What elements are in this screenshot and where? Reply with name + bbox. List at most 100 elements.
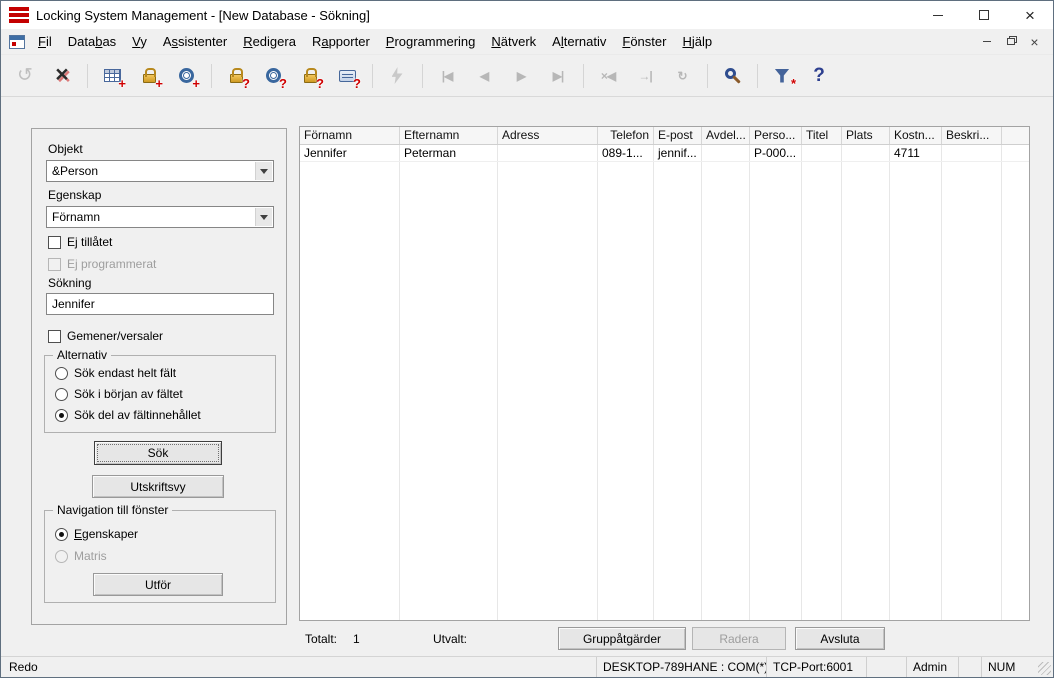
cancel-search-button: ×◀ xyxy=(590,59,626,93)
help-button[interactable]: ? xyxy=(801,59,837,93)
totalt-value: 1 xyxy=(353,632,360,646)
grid-body[interactable]: Jennifer Peterman 089-1... jennif... P-000..… xyxy=(300,145,1029,620)
title-bar: Locking System Management - [New Databas… xyxy=(1,1,1053,29)
question-badge-icon: ? xyxy=(242,75,250,91)
column-header[interactable]: Avdel... xyxy=(702,127,750,144)
column-header[interactable]: Adress xyxy=(498,127,598,144)
status-segment: DESKTOP-789HANE : COM(*) xyxy=(596,657,766,677)
maximize-button[interactable] xyxy=(961,1,1007,29)
status-ready-text: Redo xyxy=(9,660,38,674)
menu-item-assistenter[interactable]: Assistenter xyxy=(155,34,235,49)
egenskap-dropdown-button[interactable] xyxy=(255,208,272,226)
new-transponder-button[interactable]: + xyxy=(168,59,204,93)
window-title: Locking System Management - [New Databas… xyxy=(36,7,370,23)
close-button[interactable]: × xyxy=(1007,1,1053,29)
status-segment: NUM xyxy=(981,657,1025,677)
toolbar-separator xyxy=(87,63,88,88)
radio-egenskaper[interactable]: Egenskaper xyxy=(55,527,138,541)
column-header[interactable]: E-post xyxy=(654,127,702,144)
objekt-dropdown-button[interactable] xyxy=(255,162,272,180)
radio-icon xyxy=(55,387,68,401)
read-lock-button[interactable]: ? xyxy=(218,59,254,93)
goto-end-button: →| xyxy=(627,59,663,93)
child-window-icon[interactable] xyxy=(9,34,25,49)
status-segment: Admin xyxy=(906,657,958,677)
minimize-button[interactable] xyxy=(915,1,961,29)
new-lock-button[interactable]: + xyxy=(131,59,167,93)
column-header[interactable]: Plats xyxy=(842,127,890,144)
column-header[interactable]: Kostn... xyxy=(890,127,942,144)
search-input[interactable] xyxy=(46,293,274,315)
radio-sok-del-av-faltinnehallet[interactable]: Sök del av fältinnehållet xyxy=(55,408,201,422)
gemener-versaler-checkbox[interactable]: Gemener/versaler xyxy=(48,329,163,343)
mdi-restore-button[interactable] xyxy=(1000,33,1021,51)
column-header[interactable]: Telefon xyxy=(598,127,654,144)
checkbox-icon xyxy=(48,329,61,343)
table-row[interactable]: Jennifer Peterman 089-1... jennif... P-000..… xyxy=(300,145,1029,162)
toolbar-separator xyxy=(707,63,708,88)
first-record-icon: |◀ xyxy=(441,68,454,83)
utskriftsvy-button[interactable]: Utskriftsvy xyxy=(92,475,224,498)
menu-item-hjälp[interactable]: Hjälp xyxy=(674,34,720,49)
grid-column-line xyxy=(1001,145,1002,620)
checkbox-icon xyxy=(48,257,61,271)
menu-item-fönster[interactable]: Fönster xyxy=(614,34,674,49)
toolbar-separator xyxy=(757,63,758,88)
previous-record-button: ◀ xyxy=(466,59,502,93)
menu-item-alternativ[interactable]: Alternativ xyxy=(544,34,614,49)
table-cell: Peterman xyxy=(404,146,457,160)
objekt-combobox[interactable]: &Person xyxy=(46,160,274,182)
menu-item-vy[interactable]: Vy xyxy=(124,34,155,49)
menu-item-nätverk[interactable]: Nätverk xyxy=(483,34,544,49)
menu-item-redigera[interactable]: Redigera xyxy=(235,34,304,49)
mdi-close-button[interactable]: × xyxy=(1024,33,1045,51)
grid-column-line xyxy=(841,145,842,620)
logout-button[interactable]: × xyxy=(44,59,80,93)
grid-column-line xyxy=(497,145,498,620)
mdi-minimize-button[interactable] xyxy=(976,33,997,51)
plus-badge-icon: + xyxy=(118,75,126,91)
filter-settings-button[interactable]: * xyxy=(764,59,800,93)
new-locking-system-button[interactable]: + xyxy=(94,59,130,93)
toolbar-separator xyxy=(211,63,212,88)
menu-items: Fil Databas Vy Assistenter Redigera Rapporter… xyxy=(30,34,720,49)
column-header[interactable]: Titel xyxy=(802,127,842,144)
read-transponder-button[interactable]: ? xyxy=(255,59,291,93)
column-header[interactable]: Förnamn xyxy=(300,127,400,144)
table-cell xyxy=(942,145,1002,161)
ej-programmerat-checkbox: Ej programmerat xyxy=(48,257,156,271)
menu-item-programmering[interactable]: Programmering xyxy=(378,34,484,49)
search-button[interactable] xyxy=(714,59,750,93)
navigation-group: Navigation till fönster Egenskaper Matri… xyxy=(44,503,276,603)
toolbar-separator xyxy=(583,63,584,88)
ej-tillatet-checkbox[interactable]: Ej tillåtet xyxy=(48,235,112,249)
radio-sok-endast-helt-falt[interactable]: Sök endast helt fält xyxy=(55,366,176,380)
objekt-value: &Person xyxy=(52,164,99,178)
resize-grip[interactable] xyxy=(1038,662,1051,675)
read-mifare-lock-button[interactable]: ? xyxy=(292,59,328,93)
utfor-button[interactable]: Utför xyxy=(93,573,223,596)
column-header[interactable]: Efternamn xyxy=(400,127,498,144)
read-card-button[interactable]: ? xyxy=(329,59,365,93)
egenskap-combobox[interactable]: Förnamn xyxy=(46,206,274,228)
status-segment: TCP-Port:6001 xyxy=(766,657,866,677)
alternativ-group-title: Alternativ xyxy=(53,348,112,362)
login-icon: ↺ xyxy=(17,65,33,86)
refresh-button: ↻ xyxy=(664,59,700,93)
mdi-restore-icon xyxy=(1006,38,1015,45)
gemener-versaler-label: Gemener/versaler xyxy=(67,329,164,343)
menu-item-rapporter[interactable]: Rapporter xyxy=(304,34,378,49)
window-controls: × xyxy=(915,1,1053,29)
radio-sok-i-borjan-av-faltet[interactable]: Sök i början av fältet xyxy=(55,387,183,401)
gruppatgarder-button[interactable]: Gruppåtgärder xyxy=(558,627,686,650)
avsluta-button[interactable]: Avsluta xyxy=(795,627,885,650)
menu-item-fil[interactable]: Fil xyxy=(30,34,60,49)
column-header[interactable]: Perso... xyxy=(750,127,802,144)
column-header[interactable]: Beskri... xyxy=(942,127,1002,144)
sok-button[interactable]: Sök xyxy=(94,441,222,465)
search-panel: Objekt &Person Egenskap Förnamn Ej tillå… xyxy=(31,128,287,625)
ej-programmerat-label: Ej programmerat xyxy=(67,257,157,271)
totalt-label: Totalt: xyxy=(305,632,338,646)
menu-item-databas[interactable]: Databas xyxy=(60,34,124,49)
results-grid: Förnamn Efternamn Adress Telefon E-post Avdel… xyxy=(299,126,1030,621)
